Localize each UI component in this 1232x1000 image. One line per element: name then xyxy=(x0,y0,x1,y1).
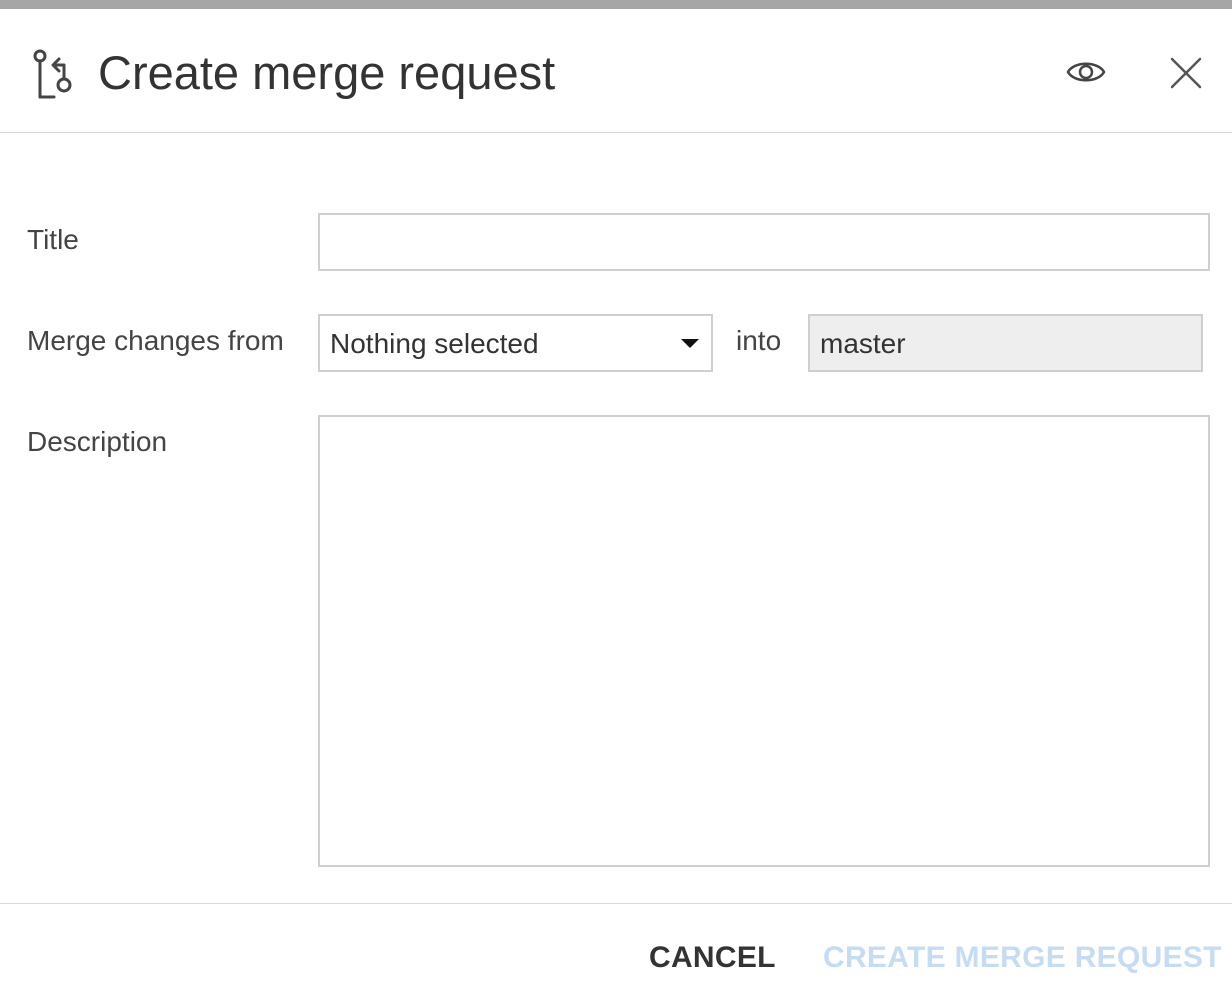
eye-icon xyxy=(1066,62,1106,82)
create-merge-request-button[interactable]: CREATE MERGE REQUEST xyxy=(823,940,1222,976)
close-icon xyxy=(1170,57,1202,89)
preview-button[interactable] xyxy=(1064,55,1108,89)
title-input[interactable] xyxy=(318,213,1210,271)
description-textarea[interactable] xyxy=(318,415,1210,867)
target-branch-field: master xyxy=(808,314,1203,372)
source-branch-select[interactable]: Nothing selected xyxy=(318,314,713,372)
into-label: into xyxy=(736,325,782,356)
close-button[interactable] xyxy=(1166,53,1206,93)
dialog-title: Create merge request xyxy=(98,46,556,99)
dialog-footer: CANCEL CREATE MERGE REQUEST xyxy=(0,903,1232,1000)
dialog-header: Create merge request xyxy=(0,9,1232,133)
description-label: Description xyxy=(27,426,168,457)
source-branch-selected: Nothing selected xyxy=(330,328,539,359)
dialog-top-strip xyxy=(0,0,1232,9)
target-branch-value: master xyxy=(820,328,906,359)
merge-from-label: Merge changes from xyxy=(27,325,284,356)
caret-down-icon xyxy=(681,339,699,348)
title-label: Title xyxy=(27,224,79,255)
merge-request-icon xyxy=(33,49,72,99)
cancel-button[interactable]: CANCEL xyxy=(649,940,776,976)
